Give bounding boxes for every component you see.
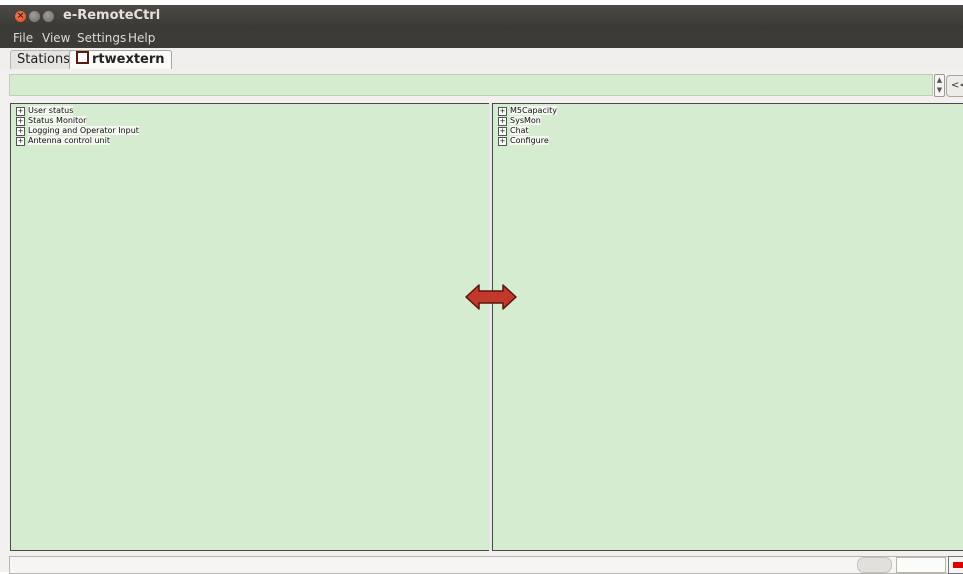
left-tree-panel: + User status + Status Monitor + Logging an… <box>10 103 490 551</box>
status-field <box>896 557 946 573</box>
tree-item-m5capacity[interactable]: + M5Capacity <box>498 106 557 116</box>
tree-item-configure[interactable]: + Configure <box>498 136 549 146</box>
close-window-icon[interactable]: × <box>15 11 26 22</box>
collapse-button[interactable]: << <box>946 75 963 97</box>
tree-item-antenna[interactable]: + Antenna control unit <box>16 136 110 146</box>
tree-item-label: M5Capacity <box>510 106 557 115</box>
plus-box-icon[interactable]: + <box>498 127 507 136</box>
menu-file[interactable]: File <box>13 31 33 45</box>
minimize-window-icon[interactable] <box>29 11 40 22</box>
red-led-icon <box>948 556 963 574</box>
menu-bar: File View Settings Help <box>0 28 963 48</box>
tree-item-label: Chat <box>510 126 529 135</box>
plus-box-icon[interactable]: + <box>498 117 507 126</box>
tab-stations-label: Stations <box>17 52 70 67</box>
spinner-arrows-icon[interactable]: ▲ ▼ <box>934 74 945 97</box>
window-titlebar: × e-RemoteCtrl <box>0 5 963 28</box>
window-title: e-RemoteCtrl <box>63 8 161 23</box>
tree-item-label: Configure <box>510 136 549 145</box>
tree-item-sysmon[interactable]: + SysMon <box>498 116 541 126</box>
tree-item-label: Logging and Operator Input <box>28 126 139 135</box>
right-tree-panel: + M5Capacity + SysMon + Chat + Configure <box>492 103 963 551</box>
plus-box-icon[interactable]: + <box>16 127 25 136</box>
status-bar <box>9 556 963 574</box>
tab-rtwextern-label: rtwextern <box>92 52 165 67</box>
menu-settings[interactable]: Settings <box>77 31 126 45</box>
station-status-icon <box>76 51 89 64</box>
plus-box-icon[interactable]: + <box>16 107 25 116</box>
tree-item-label: User status <box>28 106 74 115</box>
tab-stations[interactable]: Stations <box>10 50 77 69</box>
tree-item-label: Antenna control unit <box>28 136 110 145</box>
menu-view[interactable]: View <box>42 31 70 45</box>
tree-item-logging[interactable]: + Logging and Operator Input <box>16 126 139 136</box>
maximize-window-icon[interactable] <box>43 11 54 22</box>
double-arrow-icon[interactable] <box>465 283 517 311</box>
tree-item-user-status[interactable]: + User status <box>16 106 74 116</box>
command-input[interactable] <box>9 74 933 96</box>
plus-box-icon[interactable]: + <box>498 107 507 116</box>
tab-rtwextern[interactable]: rtwextern <box>69 50 172 69</box>
status-progress-pill <box>857 557 892 573</box>
tree-item-status-monitor[interactable]: + Status Monitor <box>16 116 87 126</box>
menu-help[interactable]: Help <box>128 31 155 45</box>
plus-box-icon[interactable]: + <box>498 137 507 146</box>
plus-box-icon[interactable]: + <box>16 137 25 146</box>
tree-item-label: Status Monitor <box>28 116 87 125</box>
tree-item-label: SysMon <box>510 116 541 125</box>
plus-box-icon[interactable]: + <box>16 117 25 126</box>
tree-item-chat[interactable]: + Chat <box>498 126 529 136</box>
